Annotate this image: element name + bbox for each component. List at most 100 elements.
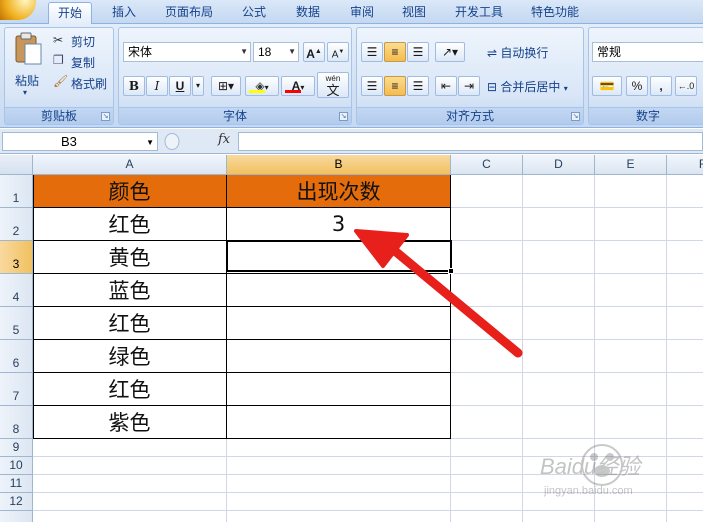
borders-icon: ⊞▾ [217, 79, 235, 93]
tab-page-layout[interactable]: 页面布局 [156, 2, 222, 24]
tab-home[interactable]: 开始 [48, 2, 92, 24]
select-all-corner[interactable] [0, 155, 33, 175]
tab-developer[interactable]: 开发工具 [446, 2, 512, 24]
tab-special[interactable]: 特色功能 [522, 2, 588, 24]
cell-a1[interactable]: 颜色 [33, 175, 227, 208]
cell-b5[interactable] [227, 307, 451, 340]
font-color-swatch [285, 90, 301, 93]
align-right-button[interactable]: ☰ [407, 76, 429, 96]
cell-a6[interactable]: 绿色 [33, 340, 227, 373]
font-launcher-icon[interactable]: ↘ [339, 112, 348, 121]
currency-icon: 💳 [599, 79, 615, 93]
align-center-button[interactable]: ≡ [384, 76, 406, 96]
row-header-3[interactable]: 3 [0, 241, 33, 274]
increase-indent-icon: ⇥ [463, 79, 475, 93]
cell-b7[interactable] [227, 373, 451, 406]
chevron-down-icon: ▼ [288, 47, 296, 56]
cell-b1[interactable]: 出现次数 [227, 175, 451, 208]
comma-button[interactable]: , [650, 76, 672, 96]
active-cell-outline [226, 240, 452, 272]
cut-button[interactable]: ✂ 剪切 [53, 32, 111, 50]
row-header-12[interactable]: 12 [0, 493, 33, 511]
font-size-select[interactable]: 18 ▼ [253, 42, 299, 62]
tab-insert[interactable]: 插入 [102, 2, 146, 24]
column-header-b[interactable]: B [227, 155, 451, 175]
cell-b2[interactable]: 3 [227, 208, 451, 241]
row-header-4[interactable]: 4 [0, 274, 33, 307]
grow-font-button[interactable]: A▲ [303, 42, 325, 62]
cut-label: 剪切 [71, 35, 96, 49]
fill-color-button[interactable]: ◈▾ [245, 76, 279, 96]
chevron-down-icon: ▾ [563, 84, 568, 93]
tab-review[interactable]: 审阅 [340, 2, 384, 24]
align-middle-icon: ≡ [391, 45, 399, 59]
decrease-indent-icon: ⇤ [440, 79, 452, 93]
row-header-5[interactable]: 5 [0, 307, 33, 340]
row-header-9[interactable]: 9 [0, 439, 33, 457]
percent-button[interactable]: % [626, 76, 648, 96]
column-header-c[interactable]: C [451, 155, 523, 175]
column-header-a[interactable]: A [33, 155, 227, 175]
align-bottom-button[interactable]: ☰ [407, 42, 429, 62]
row-header-13[interactable] [0, 511, 33, 522]
shrink-font-button[interactable]: A▼ [327, 42, 349, 62]
row-header-1[interactable]: 1 [0, 175, 33, 208]
office-button[interactable] [0, 0, 36, 20]
align-left-button[interactable]: ☰ [361, 76, 383, 96]
clipboard-group: 粘贴 ▾ ✂ 剪切 ❐ 复制 🖌 格式刷 剪贴板 ↘ [4, 27, 114, 125]
format-painter-button[interactable]: 🖌 格式刷 [53, 74, 113, 92]
cell-b4[interactable] [227, 274, 451, 307]
row-header-7[interactable]: 7 [0, 373, 33, 406]
font-size-value: 18 [258, 45, 272, 59]
column-header-f[interactable]: F [667, 155, 703, 175]
cell-a5[interactable]: 红色 [33, 307, 227, 340]
cell-a7[interactable]: 红色 [33, 373, 227, 406]
column-header-e[interactable]: E [595, 155, 667, 175]
row-header-8[interactable]: 8 [0, 406, 33, 439]
copy-label: 复制 [71, 56, 96, 70]
phonetic-button[interactable]: wén 文 [317, 72, 349, 98]
font-name-select[interactable]: 宋体 ▼ [123, 42, 251, 62]
orientation-button[interactable]: ↗▾ [435, 42, 465, 62]
fill-handle[interactable] [448, 268, 454, 274]
decrease-indent-button[interactable]: ⇤ [435, 76, 457, 96]
insert-function-icon[interactable]: fx [218, 132, 230, 147]
align-top-icon: ☰ [366, 45, 378, 59]
cell-a4[interactable]: 蓝色 [33, 274, 227, 307]
underline-button[interactable]: U [169, 76, 191, 96]
borders-button[interactable]: ⊞▾ [211, 76, 241, 96]
align-top-button[interactable]: ☰ [361, 42, 383, 62]
paste-button[interactable]: 粘贴 ▾ [9, 32, 47, 104]
currency-button[interactable]: 💳 [592, 76, 622, 96]
formula-input[interactable] [238, 132, 703, 151]
clipboard-launcher-icon[interactable]: ↘ [101, 112, 110, 121]
row-header-2[interactable]: 2 [0, 208, 33, 241]
bold-button[interactable]: B [123, 76, 145, 96]
align-middle-button[interactable]: ≡ [384, 42, 406, 62]
font-color-button[interactable]: A▾ [281, 76, 315, 96]
cell-a3[interactable]: 黄色 [33, 241, 227, 274]
tab-view[interactable]: 视图 [392, 2, 436, 24]
format-painter-label: 格式刷 [71, 77, 108, 91]
name-box[interactable]: B3 ▼ [2, 132, 158, 151]
increase-decimal-button[interactable]: ←.0 [675, 76, 697, 96]
cell-a2[interactable]: 红色 [33, 208, 227, 241]
row-header-10[interactable]: 10 [0, 457, 33, 475]
tab-data[interactable]: 数据 [286, 2, 330, 24]
italic-button[interactable]: I [146, 76, 168, 96]
merge-center-button[interactable]: ⊟ 合并后居中 ▾ [487, 78, 568, 95]
cell-a8[interactable]: 紫色 [33, 406, 227, 439]
copy-button[interactable]: ❐ 复制 [53, 53, 111, 71]
alignment-launcher-icon[interactable]: ↘ [571, 112, 580, 121]
cell-b6[interactable] [227, 340, 451, 373]
underline-dropdown[interactable]: ▾ [192, 76, 204, 96]
increase-indent-button[interactable]: ⇥ [458, 76, 480, 96]
column-header-d[interactable]: D [523, 155, 595, 175]
row-header-6[interactable]: 6 [0, 340, 33, 373]
wrap-text-button[interactable]: ⇌ 自动换行 [487, 44, 548, 61]
tab-formulas[interactable]: 公式 [232, 2, 276, 24]
row-header-11[interactable]: 11 [0, 475, 33, 493]
number-format-select[interactable]: 常规 [592, 42, 703, 62]
cell-b8[interactable] [227, 406, 451, 439]
number-format-value: 常规 [597, 45, 622, 59]
